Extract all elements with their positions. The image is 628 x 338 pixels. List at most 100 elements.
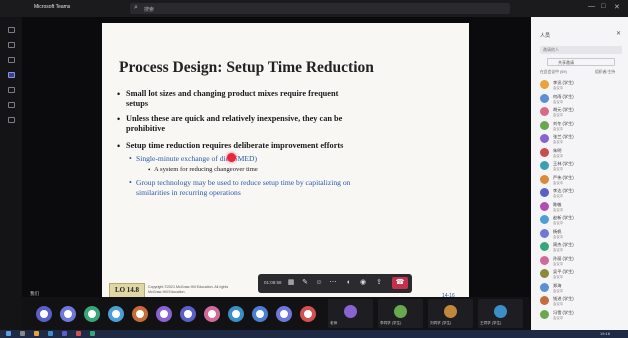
close-button[interactable]: ✕ bbox=[614, 3, 620, 11]
reactions-icon[interactable]: ☺ bbox=[314, 278, 324, 288]
participant-avatar[interactable] bbox=[300, 306, 316, 322]
close-icon[interactable]: ✕ bbox=[616, 30, 621, 37]
teams-taskbar-icon[interactable] bbox=[62, 331, 67, 336]
participant-avatar[interactable] bbox=[156, 306, 172, 322]
participant-avatar[interactable] bbox=[108, 306, 124, 322]
participant-tile[interactable]: 刘同学 (学生) bbox=[428, 299, 473, 328]
participant-strip: 老师 李同学 (学生) 刘同学 (学生) 王同学 (学生) bbox=[22, 297, 530, 330]
person-avatar bbox=[540, 296, 549, 305]
participant-tile-name: 老师 bbox=[330, 321, 338, 325]
meeting-timer: 01:08:58 bbox=[264, 280, 282, 285]
laser-pointer bbox=[227, 153, 236, 162]
person-status: 会议中 bbox=[553, 167, 564, 171]
participant-avatar[interactable] bbox=[276, 306, 292, 322]
panel-title: 人员 bbox=[540, 33, 551, 39]
share-icon[interactable]: ⇪ bbox=[374, 278, 384, 288]
person-row[interactable]: 李达 (学生) 会议中 bbox=[540, 187, 625, 199]
in-meeting-header: 在此会议中 (59) bbox=[540, 70, 567, 74]
search-box[interactable]: ⌕ 搜索 bbox=[130, 3, 510, 14]
chat-icon[interactable]: ✎ bbox=[300, 278, 310, 288]
person-status: 会议中 bbox=[553, 234, 564, 239]
person-row[interactable]: 钱进 (学生) 会议中 bbox=[540, 295, 625, 307]
organizer-header: 组织者/主持 bbox=[595, 70, 616, 74]
person-status: 会议中 bbox=[553, 99, 564, 104]
camera-icon[interactable]: ◐ bbox=[344, 278, 354, 288]
person-row[interactable]: 何雨 (学生) 会议中 bbox=[540, 93, 625, 105]
person-row[interactable]: 郑海 会议中 bbox=[540, 282, 625, 294]
minimize-button[interactable]: — bbox=[588, 3, 595, 10]
participant-tile[interactable]: 王同学 (学生) bbox=[478, 299, 523, 328]
teams-icon[interactable] bbox=[8, 57, 15, 63]
files-icon[interactable] bbox=[8, 102, 15, 108]
participant-avatar[interactable] bbox=[84, 306, 100, 322]
person-row[interactable]: 朱明 会议中 bbox=[540, 147, 625, 159]
participant-avatar[interactable] bbox=[180, 306, 196, 322]
person-status: 会议中 bbox=[553, 315, 564, 320]
activity-icon[interactable] bbox=[8, 27, 15, 33]
app-icon[interactable] bbox=[76, 331, 81, 336]
person-row[interactable]: 刘冬 (学生) 会议中 bbox=[540, 120, 625, 132]
person-row[interactable]: 赵新 (学生) 会议中 bbox=[540, 214, 625, 226]
participant-tile-avatar bbox=[394, 305, 407, 318]
share-invite-button[interactable]: 共享邀请 bbox=[547, 58, 615, 66]
participant-avatar[interactable] bbox=[36, 306, 52, 322]
person-row[interactable]: 王林 (学生) 会议中 bbox=[540, 160, 625, 172]
calls-icon[interactable] bbox=[8, 87, 15, 93]
person-row[interactable]: 孙丽 (学生) 会议中 bbox=[540, 255, 625, 267]
participant-tile-name: 李同学 (学生) bbox=[380, 321, 402, 325]
app-name: Microsoft Teams bbox=[34, 4, 71, 10]
slide-bullet-cont: setups bbox=[126, 99, 149, 108]
explorer-icon[interactable] bbox=[34, 331, 39, 336]
person-row[interactable]: 杨帆 会议中 bbox=[540, 228, 625, 240]
person-avatar bbox=[540, 215, 549, 224]
participant-tile[interactable]: 李同学 (学生) bbox=[378, 299, 423, 328]
person-avatar bbox=[540, 269, 549, 278]
person-status: 会议中 bbox=[553, 194, 564, 198]
participant-tile-name: 王同学 (学生) bbox=[480, 321, 502, 325]
slide-sub-bullet: Group technology may be used to reduce s… bbox=[129, 178, 350, 187]
mic-icon[interactable]: ◉ bbox=[358, 278, 368, 288]
person-avatar bbox=[540, 255, 549, 265]
participant-avatar[interactable] bbox=[132, 306, 148, 322]
browser-icon[interactable] bbox=[48, 331, 53, 336]
person-row[interactable]: 张兰 (学生) 会议中 bbox=[540, 133, 625, 145]
share-invite-label: 共享邀请 bbox=[558, 60, 574, 65]
person-row[interactable]: 陈敏 会议中 bbox=[540, 201, 625, 213]
person-status: 会议中 bbox=[553, 126, 564, 131]
person-avatar bbox=[540, 80, 549, 89]
leave-call-button[interactable]: ☎ bbox=[392, 277, 408, 289]
person-status: 会议中 bbox=[553, 261, 564, 266]
left-app-rail bbox=[0, 17, 22, 330]
participant-avatar[interactable] bbox=[252, 306, 268, 322]
invite-input[interactable]: 邀请他人 bbox=[540, 46, 622, 54]
participant-tile-avatar bbox=[344, 305, 357, 318]
slide-sub-bullet-cont: similarities in recurring operations bbox=[136, 188, 241, 197]
person-status: 会议中 bbox=[553, 113, 564, 117]
person-row[interactable]: 胡元 (学生) 会议中 bbox=[540, 106, 625, 118]
chat-icon[interactable] bbox=[8, 42, 15, 48]
person-row[interactable]: 严伟 (学生) 会议中 bbox=[540, 174, 625, 186]
invite-placeholder: 邀请他人 bbox=[543, 47, 559, 52]
more-icon[interactable]: ⋯ bbox=[328, 278, 338, 288]
app-icon[interactable] bbox=[90, 331, 95, 336]
maximize-button[interactable]: □ bbox=[601, 3, 605, 10]
start-icon[interactable] bbox=[6, 331, 11, 336]
calendar-icon[interactable] bbox=[8, 72, 15, 78]
participants-icon[interactable]: ▦ bbox=[286, 278, 296, 288]
person-row[interactable]: 周杰 (学生) 会议中 bbox=[540, 241, 625, 253]
participant-avatar[interactable] bbox=[60, 306, 76, 322]
person-row[interactable]: 李迅 (学生) 会议中 bbox=[540, 79, 625, 91]
person-avatar bbox=[540, 188, 549, 197]
slide-bullet: Small lot sizes and changing product mix… bbox=[117, 89, 338, 99]
person-status: 会议中 bbox=[553, 221, 564, 225]
person-row[interactable]: 冯雪 (学生) 会议中 bbox=[540, 309, 625, 321]
apps-icon[interactable] bbox=[8, 117, 15, 123]
taskbar-clock: 19:16 bbox=[600, 331, 611, 336]
person-row[interactable]: 吴平 (学生) 会议中 bbox=[540, 268, 625, 280]
participant-tile-avatar bbox=[444, 305, 457, 318]
participant-tile[interactable]: 老师 bbox=[328, 299, 373, 328]
search-taskbar-icon[interactable] bbox=[20, 331, 25, 336]
participant-avatar[interactable] bbox=[228, 306, 244, 322]
participant-avatar[interactable] bbox=[204, 306, 220, 322]
participant-tile-name: 刘同学 (学生) bbox=[430, 321, 452, 325]
